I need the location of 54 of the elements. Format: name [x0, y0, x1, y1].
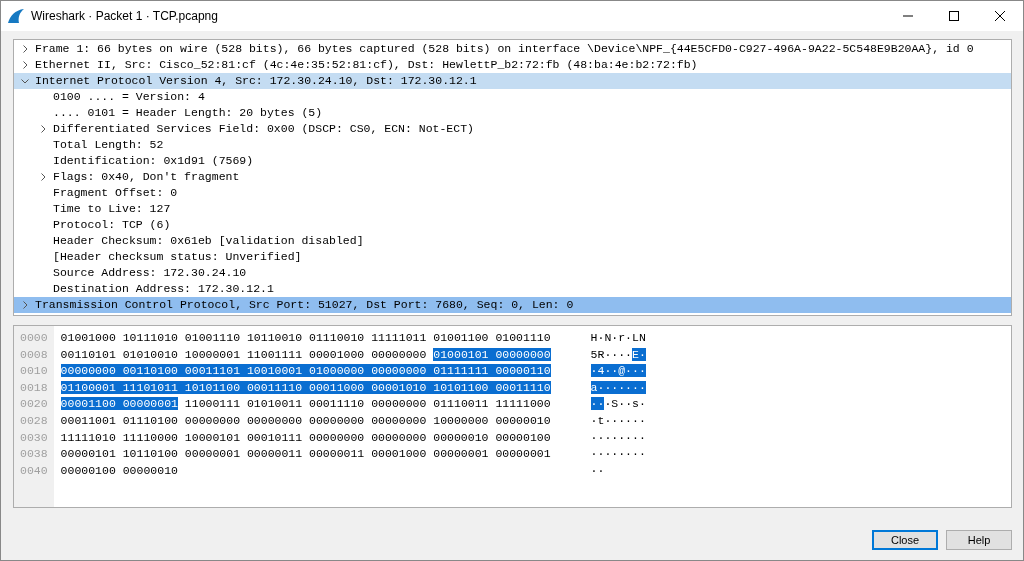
- hex-bytes: 01001000 10111010 01001110 10110010 01110010 11111011 01001100 01001110: [60, 331, 551, 344]
- offset-label: 0040: [20, 462, 48, 479]
- ascii-text: E·: [632, 347, 646, 361]
- offset-label: 0028: [20, 412, 48, 429]
- tree-row[interactable]: Frame 1: 66 bytes on wire (528 bits), 66 bytes captured (528 bits) on interface \Device\NPF_{44E5CFD0-C927-496A-9A22-5C548E9B20AA}, id 0: [14, 41, 1011, 57]
- dialog-button[interactable]: Help: [946, 530, 1012, 550]
- ascii-text: ··: [590, 463, 605, 477]
- ascii-text: ········: [590, 447, 646, 461]
- tree-row[interactable]: Total Length: 52: [14, 137, 1011, 153]
- hex-bytes: 00011001 01110100 00000000 00000000 00000000 00000000 10000000 00000010: [60, 413, 551, 427]
- hex-bytes: 11000111 01010011 00011110 00000000 01110011 11111000: [184, 397, 551, 411]
- offset-label: 0020: [20, 396, 48, 413]
- tree-row[interactable]: Flags: 0x40, Don't fragment: [14, 169, 1011, 185]
- hex-bytes: 01000101 00000000: [433, 347, 551, 361]
- offset-label: 0008: [20, 346, 48, 363]
- dialog-button[interactable]: Close: [872, 530, 938, 550]
- ascii-text: ········: [590, 430, 646, 444]
- tree-row[interactable]: .... 0101 = Header Length: 20 bytes (5): [14, 105, 1011, 121]
- ascii-text: H·N·r·LN: [590, 331, 646, 344]
- ascii-text: ·t······: [590, 413, 646, 427]
- offset-label: 0000: [20, 330, 48, 346]
- ascii-text: ·S··s·: [604, 397, 646, 411]
- ascii-text: 5R····: [590, 347, 633, 361]
- ascii-text: a·······: [590, 380, 646, 394]
- tree-row[interactable]: Header Checksum: 0x61eb [validation disabled]: [14, 233, 1011, 249]
- tree-row[interactable]: 0100 .... = Version: 4: [14, 89, 1011, 105]
- tree-row[interactable]: Transmission Control Protocol, Src Port: 51027, Dst Port: 7680, Seq: 0, Len: 0: [14, 297, 1011, 313]
- offset-label: 0030: [20, 429, 48, 446]
- tree-row[interactable]: Internet Protocol Version 4, Src: 172.30.24.10, Dst: 172.30.12.1: [14, 73, 1011, 89]
- tree-row[interactable]: Differentiated Services Field: 0x00 (DSCP: CS0, ECN: Not-ECT): [14, 121, 1011, 137]
- hex-bytes: 11111010 11110000 10000101 00010111 00000000 00000000 00000010 00000100: [60, 430, 551, 444]
- offset-label: 0010: [20, 363, 48, 380]
- tree-row[interactable]: Ethernet II, Src: Cisco_52:81:cf (4c:4e:35:52:81:cf), Dst: HewlettP_b2:72:fb (48:ba:4e:b2:72:fb): [14, 57, 1011, 73]
- tree-row[interactable]: Source Address: 172.30.24.10: [14, 265, 1011, 281]
- ascii-text: ·4··@···: [590, 364, 646, 378]
- ascii-text: ··: [590, 397, 605, 411]
- close-icon: [995, 11, 1005, 21]
- hex-bytes: 00001100 00000001: [60, 397, 178, 411]
- tree-row[interactable]: Destination Address: 172.30.12.1: [14, 281, 1011, 297]
- hex-bytes: 00110101 01010010 10000001 11001111 00001000 00000000: [60, 347, 427, 361]
- tree-row[interactable]: Fragment Offset: 0: [14, 185, 1011, 201]
- offset-label: 0018: [20, 379, 48, 396]
- offset-label: 0038: [20, 446, 48, 463]
- app-logo-icon: [7, 8, 25, 24]
- tree-row[interactable]: Identification: 0x1d91 (7569): [14, 153, 1011, 169]
- tree-row[interactable]: [Header checksum status: Unverified]: [14, 249, 1011, 265]
- hex-bytes: 00000100 00000010: [60, 463, 178, 477]
- hex-bytes: 00000000 00110100 00011101 10010001 01000000 00000000 01111111 00000110: [60, 364, 551, 378]
- window-title: Wireshark · Packet 1 · TCP.pcapng: [31, 8, 218, 25]
- tree-row[interactable]: Time to Live: 127: [14, 201, 1011, 217]
- hex-bytes: 00000101 10110100 00000001 00000011 00000011 00001000 00000001 00000001: [60, 447, 551, 461]
- maximize-icon: [949, 11, 959, 21]
- hex-bytes: 01100001 11101011 10101100 00011110 00011000 00001010 10101100 00011110: [60, 380, 551, 394]
- tree-row[interactable]: Protocol: TCP (6): [14, 217, 1011, 233]
